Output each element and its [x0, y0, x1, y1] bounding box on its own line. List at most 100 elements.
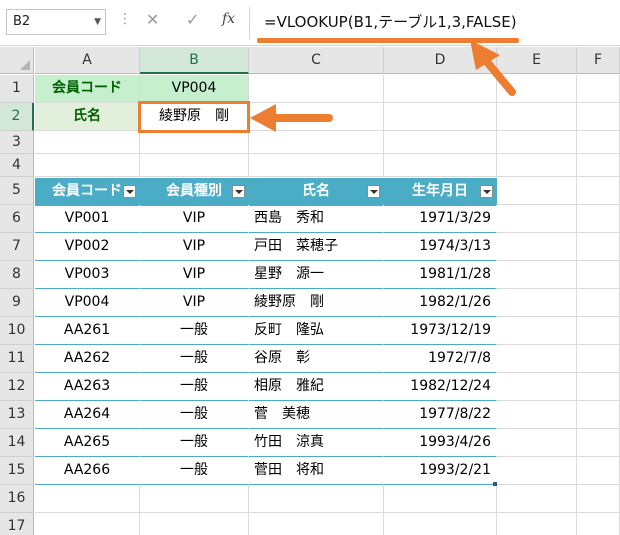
- table-resize-handle[interactable]: [493, 482, 497, 486]
- table-cell-type[interactable]: 一般: [140, 317, 249, 345]
- name-box[interactable]: B2 ▼: [6, 9, 106, 35]
- row-header-4[interactable]: 4: [0, 154, 34, 177]
- row-header-13[interactable]: 13: [0, 401, 34, 429]
- cancel-icon[interactable]: ✕: [146, 10, 159, 29]
- table-cell-code[interactable]: AA262: [35, 345, 140, 373]
- table-cell-name[interactable]: 戸田 菜穂子: [249, 233, 384, 261]
- empty-cell[interactable]: [384, 513, 497, 535]
- empty-cell[interactable]: [140, 485, 249, 513]
- empty-cell[interactable]: [35, 131, 140, 154]
- row-header-17[interactable]: 17: [0, 513, 34, 535]
- table-header-type[interactable]: 会員種別: [140, 178, 249, 206]
- chevron-down-icon[interactable]: ▼: [94, 10, 101, 34]
- empty-cell[interactable]: [497, 205, 577, 233]
- empty-cell[interactable]: [140, 513, 249, 535]
- column-header-d[interactable]: D: [384, 47, 497, 74]
- table-cell-code[interactable]: AA264: [35, 401, 140, 429]
- empty-cell[interactable]: [577, 233, 620, 261]
- row-header-5[interactable]: 5: [0, 177, 34, 205]
- cell-a2[interactable]: 氏名: [35, 103, 140, 131]
- table-cell-birthdate[interactable]: 1973/12/19: [384, 317, 497, 345]
- empty-cell[interactable]: [35, 513, 140, 535]
- table-cell-name[interactable]: 谷原 彰: [249, 345, 384, 373]
- empty-cell[interactable]: [384, 154, 497, 177]
- filter-dropdown-icon[interactable]: [232, 185, 245, 198]
- column-header-c[interactable]: C: [249, 47, 384, 74]
- table-cell-name[interactable]: 菅田 将和: [249, 457, 384, 485]
- filter-dropdown-icon[interactable]: [123, 185, 136, 198]
- row-header-16[interactable]: 16: [0, 485, 34, 513]
- filter-dropdown-icon[interactable]: [367, 185, 380, 198]
- row-header-14[interactable]: 14: [0, 429, 34, 457]
- empty-cell[interactable]: [577, 429, 620, 457]
- empty-cell[interactable]: [577, 131, 620, 154]
- empty-cell[interactable]: [249, 154, 384, 177]
- empty-cell[interactable]: [577, 205, 620, 233]
- table-cell-name[interactable]: 西島 秀和: [249, 205, 384, 233]
- row-header-15[interactable]: 15: [0, 457, 34, 485]
- table-cell-name[interactable]: 竹田 涼真: [249, 429, 384, 457]
- empty-cell[interactable]: [497, 513, 577, 535]
- empty-cell[interactable]: [249, 131, 384, 154]
- table-cell-type[interactable]: VIP: [140, 289, 249, 317]
- empty-cell[interactable]: [35, 154, 140, 177]
- empty-cell[interactable]: [497, 289, 577, 317]
- table-cell-code[interactable]: VP002: [35, 233, 140, 261]
- empty-cell[interactable]: [497, 131, 577, 154]
- table-cell-type[interactable]: 一般: [140, 373, 249, 401]
- cell-b2[interactable]: 綾野原 剛: [140, 103, 249, 131]
- column-header-f[interactable]: F: [577, 47, 620, 74]
- empty-cell[interactable]: [497, 373, 577, 401]
- empty-cell[interactable]: [497, 485, 577, 513]
- row-header-12[interactable]: 12: [0, 373, 34, 401]
- select-all-button[interactable]: [0, 47, 34, 74]
- row-header-1[interactable]: 1: [0, 75, 34, 103]
- filter-dropdown-icon[interactable]: [480, 185, 493, 198]
- row-header-7[interactable]: 7: [0, 233, 34, 261]
- table-cell-birthdate[interactable]: 1972/7/8: [384, 345, 497, 373]
- table-header-code[interactable]: 会員コード: [35, 178, 140, 206]
- table-cell-name[interactable]: 菅 美穂: [249, 401, 384, 429]
- insert-function-icon[interactable]: fx: [222, 11, 235, 27]
- empty-cell[interactable]: [249, 485, 384, 513]
- row-header-9[interactable]: 9: [0, 289, 34, 317]
- empty-cell[interactable]: [384, 131, 497, 154]
- empty-cell[interactable]: [384, 75, 497, 103]
- table-cell-code[interactable]: AA263: [35, 373, 140, 401]
- table-cell-name[interactable]: 綾野原 剛: [249, 289, 384, 317]
- column-header-e[interactable]: E: [497, 47, 577, 74]
- row-header-11[interactable]: 11: [0, 345, 34, 373]
- table-cell-birthdate[interactable]: 1971/3/29: [384, 205, 497, 233]
- empty-cell[interactable]: [577, 373, 620, 401]
- table-cell-type[interactable]: VIP: [140, 205, 249, 233]
- cell-a1[interactable]: 会員コード: [35, 75, 140, 103]
- table-cell-type[interactable]: 一般: [140, 457, 249, 485]
- empty-cell[interactable]: [577, 513, 620, 535]
- empty-cell[interactable]: [249, 513, 384, 535]
- empty-cell[interactable]: [577, 154, 620, 177]
- table-cell-code[interactable]: AA265: [35, 429, 140, 457]
- empty-cell[interactable]: [497, 233, 577, 261]
- table-cell-birthdate[interactable]: 1977/8/22: [384, 401, 497, 429]
- formula-input[interactable]: =VLOOKUP(B1,テーブル1,3,FALSE): [249, 7, 620, 39]
- table-header-birthdate[interactable]: 生年月日: [384, 178, 497, 206]
- column-header-a[interactable]: A: [35, 47, 140, 74]
- empty-cell[interactable]: [497, 317, 577, 345]
- empty-cell[interactable]: [497, 457, 577, 485]
- empty-cell[interactable]: [384, 103, 497, 131]
- table-cell-birthdate[interactable]: 1993/2/21: [384, 457, 497, 485]
- empty-cell[interactable]: [497, 177, 577, 205]
- empty-cell[interactable]: [497, 401, 577, 429]
- cell-b1[interactable]: VP004: [140, 75, 249, 103]
- empty-cell[interactable]: [497, 103, 577, 131]
- empty-cell[interactable]: [384, 485, 497, 513]
- table-cell-birthdate[interactable]: 1981/1/28: [384, 261, 497, 289]
- enter-check-icon[interactable]: ✓: [186, 10, 199, 29]
- empty-cell[interactable]: [140, 154, 249, 177]
- table-cell-birthdate[interactable]: 1993/4/26: [384, 429, 497, 457]
- table-cell-type[interactable]: 一般: [140, 401, 249, 429]
- row-header-3[interactable]: 3: [0, 131, 34, 154]
- table-cell-type[interactable]: VIP: [140, 233, 249, 261]
- empty-cell[interactable]: [497, 75, 577, 103]
- empty-cell[interactable]: [497, 261, 577, 289]
